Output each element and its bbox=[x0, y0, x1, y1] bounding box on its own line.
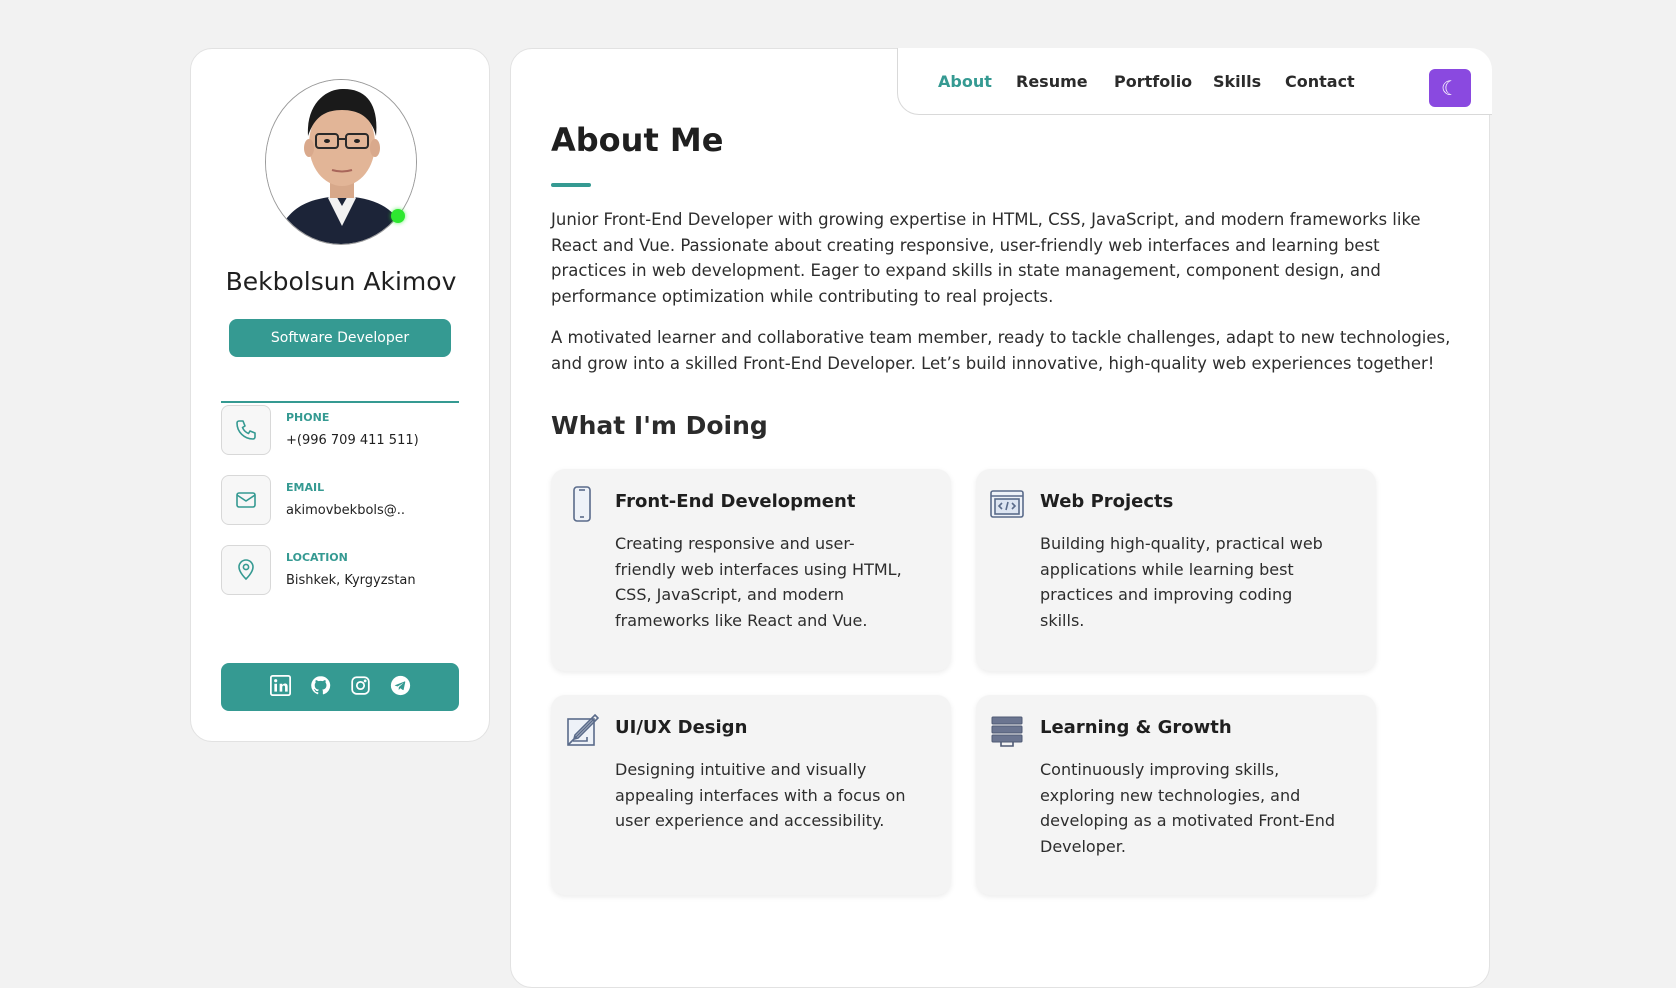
linkedin-icon[interactable] bbox=[269, 674, 291, 696]
about-paragraph: A motivated learner and collaborative te… bbox=[551, 328, 1451, 373]
service-title: Learning & Growth bbox=[1040, 717, 1232, 738]
profile-sidebar: Bekbolsun Akimov Software Developer PHON… bbox=[190, 48, 490, 742]
nav-skills[interactable]: Skills bbox=[1213, 72, 1261, 91]
service-card-frontend: Front-End Development Creating responsiv… bbox=[551, 469, 951, 671]
server-stack-icon bbox=[990, 711, 1024, 749]
contact-label: LOCATION bbox=[286, 551, 348, 564]
nav-resume[interactable]: Resume bbox=[1016, 72, 1088, 91]
service-description: Continuously improving skills, exploring… bbox=[1040, 760, 1336, 856]
map-pin-icon bbox=[221, 545, 271, 595]
service-title: Front-End Development bbox=[615, 491, 856, 512]
service-card-learning: Learning & Growth Continuously improving… bbox=[976, 695, 1376, 895]
sidebar-divider bbox=[221, 401, 459, 403]
contact-phone[interactable]: PHONE +(996 709 411 511) bbox=[221, 405, 461, 457]
title-underline bbox=[551, 183, 591, 187]
nav-contact[interactable]: Contact bbox=[1285, 72, 1355, 91]
service-card-uiux: UI/UX Design Designing intuitive and vis… bbox=[551, 695, 951, 895]
telegram-icon[interactable] bbox=[390, 675, 411, 696]
design-tools-icon bbox=[565, 711, 600, 749]
contact-value: Bishkek, Kyrgyzstan bbox=[286, 573, 416, 588]
github-icon[interactable] bbox=[310, 675, 331, 696]
navbar: About Resume Portfolio Skills Contact ☾ bbox=[897, 48, 1492, 115]
nav-about[interactable]: About bbox=[938, 72, 992, 91]
service-description: Designing intuitive and visually appeali… bbox=[615, 760, 906, 830]
role-badge: Software Developer bbox=[229, 319, 451, 357]
service-description: Creating responsive and user-friendly we… bbox=[615, 534, 902, 630]
service-description: Building high-quality, practical web app… bbox=[1040, 534, 1323, 630]
service-card-web-projects: Web Projects Building high-quality, prac… bbox=[976, 469, 1376, 671]
profile-name: Bekbolsun Akimov bbox=[225, 267, 457, 296]
social-links bbox=[221, 663, 459, 711]
section-title: What I'm Doing bbox=[551, 411, 768, 440]
phone-icon bbox=[221, 405, 271, 455]
code-window-icon bbox=[990, 485, 1024, 523]
nav-portfolio[interactable]: Portfolio bbox=[1114, 72, 1192, 91]
contact-location: LOCATION Bishkek, Kyrgyzstan bbox=[221, 545, 461, 597]
about-paragraph: Junior Front-End Developer with growing … bbox=[551, 210, 1421, 306]
service-title: UI/UX Design bbox=[615, 717, 748, 738]
contact-value[interactable]: akimovbekbols@.. bbox=[286, 503, 405, 518]
contact-email[interactable]: EMAIL akimovbekbols@.. bbox=[221, 475, 461, 527]
contact-value[interactable]: +(996 709 411 511) bbox=[286, 433, 419, 448]
theme-toggle-moon-icon[interactable]: ☾ bbox=[1429, 69, 1471, 107]
online-status-dot bbox=[391, 209, 405, 223]
contact-label: PHONE bbox=[286, 411, 330, 424]
mail-icon bbox=[221, 475, 271, 525]
main-content: About Resume Portfolio Skills Contact ☾ … bbox=[510, 48, 1492, 988]
mobile-phone-icon bbox=[565, 485, 599, 523]
instagram-icon[interactable] bbox=[350, 675, 371, 696]
service-title: Web Projects bbox=[1040, 491, 1174, 512]
page-title: About Me bbox=[551, 121, 724, 159]
contact-label: EMAIL bbox=[286, 481, 325, 494]
